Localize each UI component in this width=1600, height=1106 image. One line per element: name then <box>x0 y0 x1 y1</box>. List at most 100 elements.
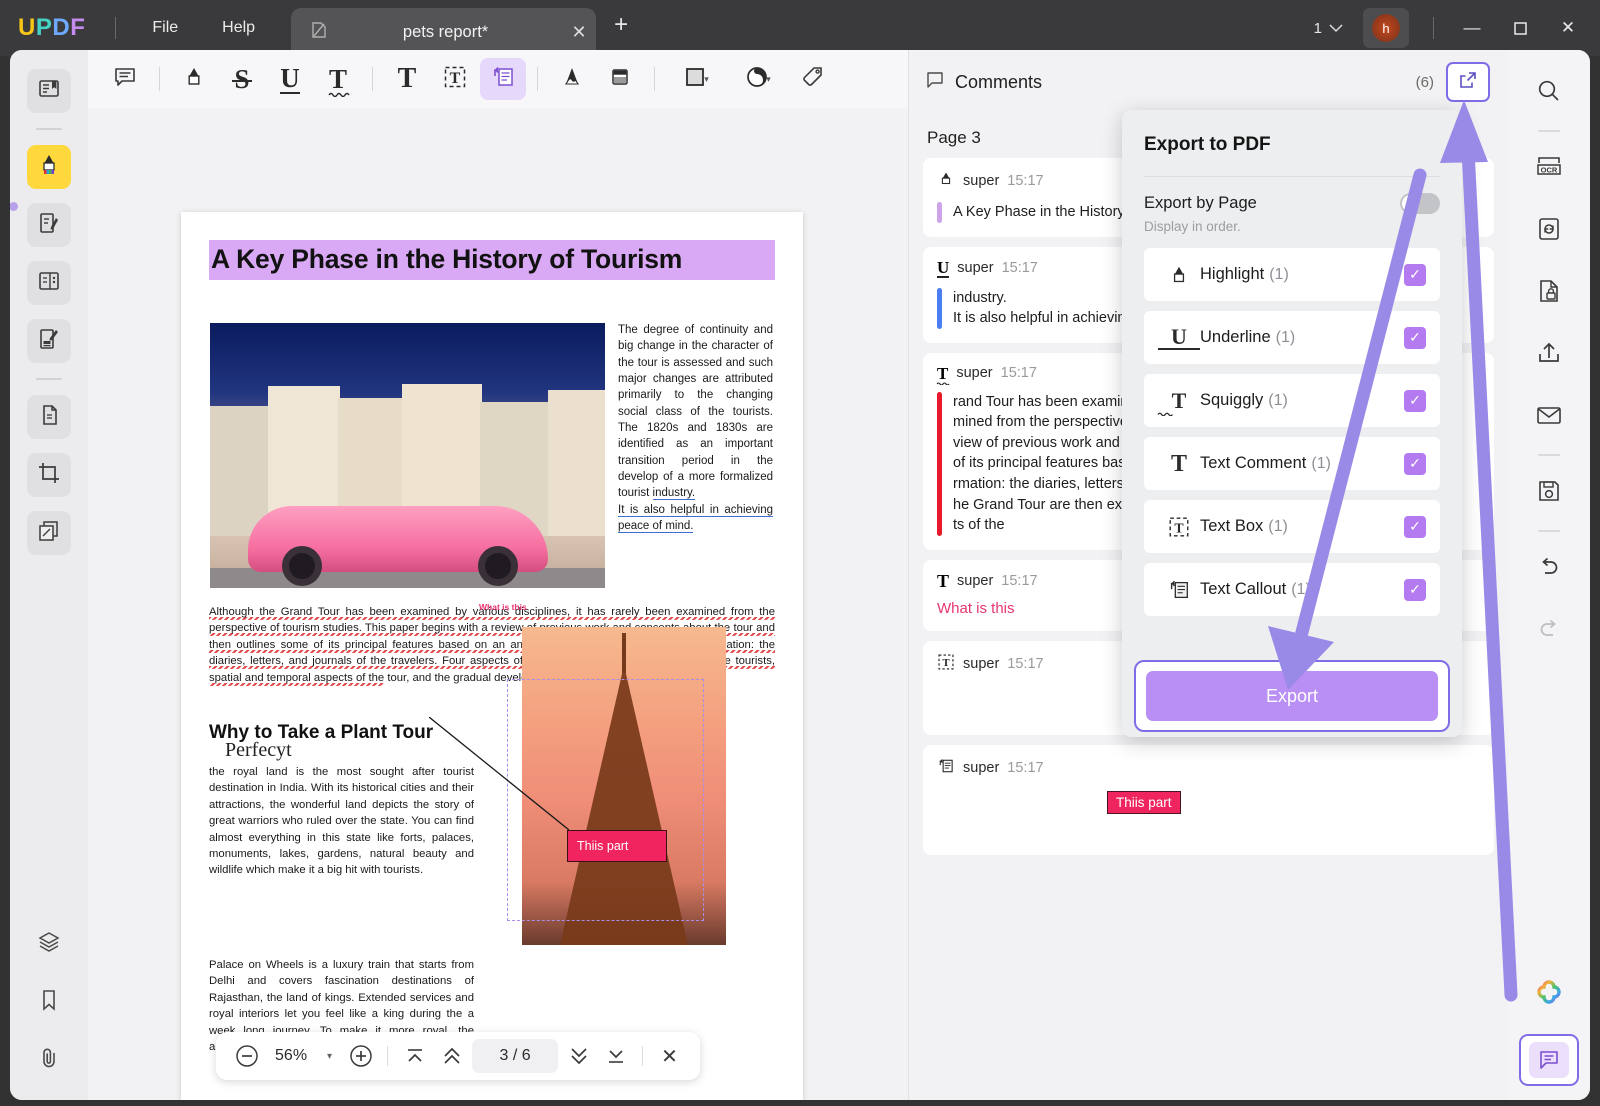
close-window-button[interactable]: ✕ <box>1544 8 1592 48</box>
rightrail-search[interactable] <box>1527 71 1571 115</box>
rightrail-protect[interactable] <box>1527 271 1571 315</box>
divider <box>115 17 117 39</box>
floppy-save-icon <box>1536 478 1562 509</box>
comment-time: 15:17 <box>1007 759 1044 776</box>
sidebar-item-reader-view[interactable] <box>27 69 71 113</box>
comment-author: super <box>963 655 1000 672</box>
tool-highlight[interactable] <box>171 58 217 100</box>
underline-icon: U <box>937 257 950 278</box>
close-tab-button[interactable]: ✕ <box>562 22 596 43</box>
tool-text-comment[interactable]: T <box>384 58 430 100</box>
maximize-button[interactable] <box>1496 8 1544 48</box>
comment-author: super <box>963 759 1000 776</box>
export-item-checkbox[interactable]: ✓ <box>1404 452 1426 475</box>
underlined-industry: industry. <box>652 487 696 501</box>
sidebar-item-attachment[interactable] <box>27 1038 71 1082</box>
menu-file[interactable]: File <box>130 13 200 43</box>
document-title: A Key Phase in the History of Tourism <box>209 240 775 280</box>
tool-squiggly[interactable]: T <box>315 58 361 100</box>
tool-text-box[interactable]: T <box>432 58 478 100</box>
export-item-checkbox[interactable]: ✓ <box>1404 515 1426 538</box>
sidebar-item-edit-pdf[interactable] <box>27 203 71 247</box>
zoom-level-value[interactable]: 56% <box>267 1047 315 1065</box>
export-by-page-row[interactable]: Export by Page <box>1122 177 1462 214</box>
close-page-bar-button[interactable]: ✕ <box>653 1038 686 1074</box>
first-page-button[interactable] <box>398 1038 431 1074</box>
rightrail-share[interactable] <box>1527 333 1571 377</box>
comment-text: industry. It is also helpful in achievin <box>953 289 1126 327</box>
export-item-underline[interactable]: U Underline (1) ✓ <box>1144 311 1440 364</box>
rightrail-ai-assistant[interactable] <box>1532 977 1566 1016</box>
rightrail-undo[interactable] <box>1527 547 1571 591</box>
undo-arrow-icon <box>1536 554 1562 585</box>
export-button[interactable]: Export <box>1146 671 1438 721</box>
avatar[interactable]: h <box>1363 8 1409 48</box>
new-tab-button[interactable]: + <box>596 11 646 39</box>
tool-eraser[interactable] <box>597 58 643 100</box>
export-item-highlight[interactable]: Highlight (1) ✓ <box>1144 248 1440 301</box>
sidebar-item-crop[interactable] <box>27 453 71 497</box>
export-annotation-type-list: Highlight (1) ✓ U Underline (1) ✓ T Squi… <box>1122 248 1462 616</box>
sidebar-item-form[interactable] <box>27 319 71 363</box>
pdf-page[interactable]: A Key Phase in the History of Tourism Th… <box>181 212 803 1100</box>
document-viewport[interactable]: A Key Phase in the History of Tourism Th… <box>88 108 908 1100</box>
selection-rectangle[interactable] <box>507 679 704 921</box>
export-item-checkbox[interactable]: ✓ <box>1404 263 1426 286</box>
tool-shape[interactable]: ▾ <box>666 58 726 100</box>
sidebar-item-layers[interactable] <box>27 922 71 966</box>
export-item-checkbox[interactable]: ✓ <box>1404 326 1426 349</box>
zoom-in-button[interactable] <box>344 1038 377 1074</box>
sidebar-item-page-organize[interactable] <box>27 261 71 305</box>
export-item-text-comment[interactable]: T Text Comment (1) ✓ <box>1144 437 1440 490</box>
export-by-page-toggle[interactable] <box>1400 193 1440 214</box>
toggle-knob <box>1402 195 1419 212</box>
export-item-checkbox[interactable]: ✓ <box>1404 578 1426 601</box>
tool-underline[interactable]: U <box>267 58 313 100</box>
tool-text-callout[interactable] <box>480 58 526 100</box>
tool-note[interactable] <box>102 58 148 100</box>
export-item-text-box[interactable]: T Text Box (1) ✓ <box>1144 500 1440 553</box>
divider <box>1433 17 1434 39</box>
redo-arrow-icon <box>1536 616 1562 647</box>
compress-refresh-icon <box>1536 216 1562 247</box>
tool-color[interactable]: ▾ <box>728 58 788 100</box>
zoom-out-button[interactable] <box>230 1038 263 1074</box>
divider <box>642 1046 643 1066</box>
comment-item-text-callout[interactable]: super 15:17 Thiis part <box>923 744 1494 855</box>
zoom-dropdown-caret-icon[interactable]: ▾ <box>319 1051 340 1062</box>
tool-pencil[interactable] <box>549 58 595 100</box>
export-item-checkbox[interactable]: ✓ <box>1404 389 1426 412</box>
sidebar-item-batch[interactable] <box>27 511 71 555</box>
next-page-button[interactable] <box>562 1038 595 1074</box>
page-number-display[interactable]: 3 / 6 <box>472 1039 559 1073</box>
title-bar: UPDF File Help pets report* ✕ + 1 h — ✕ <box>0 0 1600 56</box>
rightrail-ocr[interactable]: OCR <box>1527 147 1571 191</box>
export-popover-toggle-button[interactable] <box>1446 62 1490 102</box>
comment-time: 15:17 <box>1007 655 1044 672</box>
rightrail-compress[interactable] <box>1527 209 1571 253</box>
export-item-squiggly[interactable]: T Squiggly (1) ✓ <box>1144 374 1440 427</box>
sidebar-item-annotate[interactable] <box>27 145 71 189</box>
rightrail-redo[interactable] <box>1527 609 1571 653</box>
rightrail-save[interactable] <box>1527 471 1571 515</box>
batch-icon <box>37 519 61 548</box>
window-page-indicator[interactable]: 1 <box>1304 14 1353 43</box>
rightrail-email[interactable] <box>1527 395 1571 439</box>
export-item-text-callout[interactable]: Text Callout (1) ✓ <box>1144 563 1440 616</box>
comments-panel-toggle[interactable] <box>1519 1034 1579 1086</box>
sidebar-item-bookmark[interactable] <box>27 980 71 1024</box>
document-paragraph-2: the royal land is the most sought after … <box>209 766 474 877</box>
divider <box>387 1046 389 1066</box>
tool-strikethrough[interactable]: S <box>219 58 265 100</box>
document-tab[interactable]: pets report* ✕ <box>291 8 597 56</box>
document-right-column: The degree of continuity and big change … <box>618 322 773 534</box>
text-callout-annotation[interactable]: Thiis part <box>567 830 667 862</box>
paperclip-icon <box>37 1046 61 1075</box>
prev-page-button[interactable] <box>435 1038 468 1074</box>
menu-help[interactable]: Help <box>200 13 277 43</box>
text-comment-annotation[interactable]: What is this <box>479 602 527 612</box>
last-page-button[interactable] <box>599 1038 632 1074</box>
minimize-button[interactable]: — <box>1448 8 1496 48</box>
tool-stamp[interactable] <box>790 58 836 100</box>
sidebar-item-convert[interactable] <box>27 395 71 439</box>
